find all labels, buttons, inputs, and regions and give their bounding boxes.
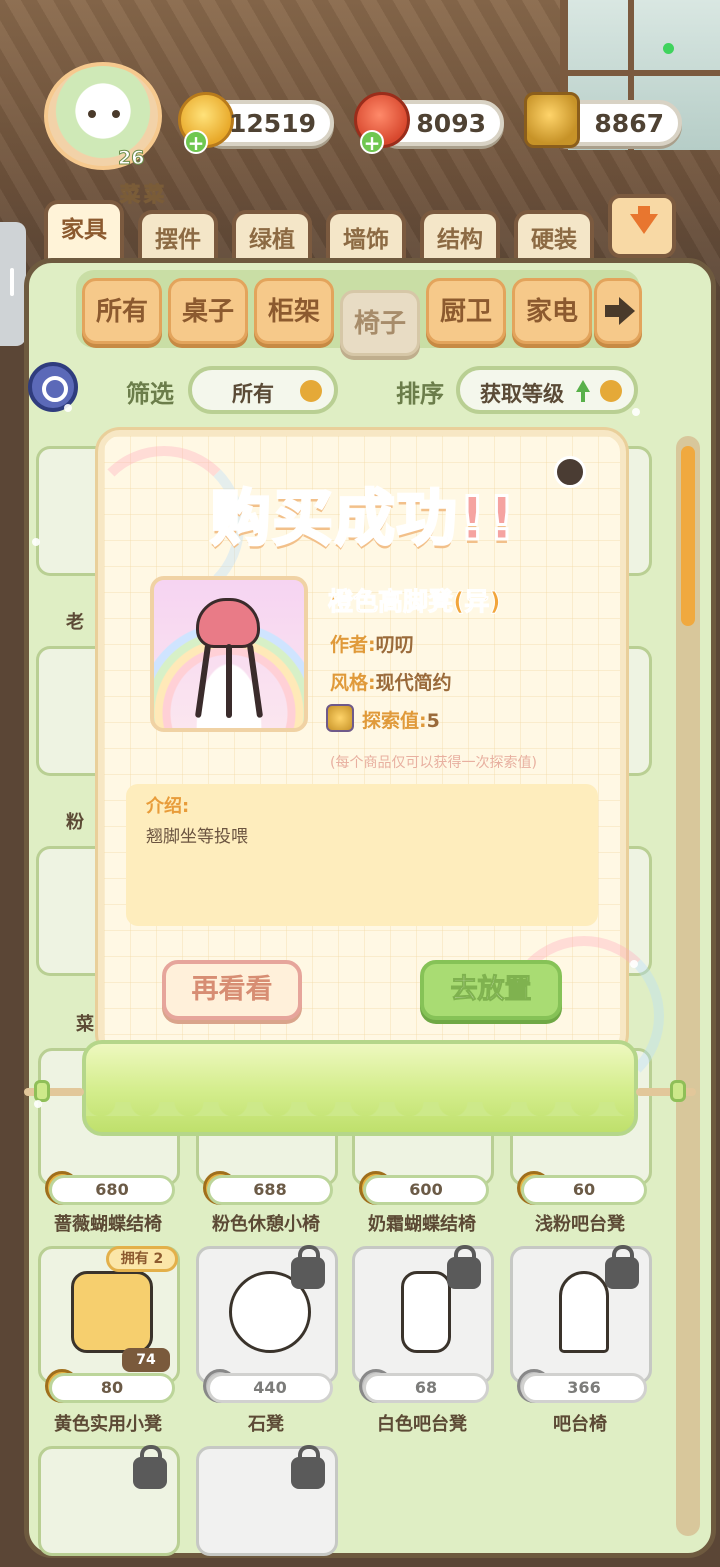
close-icon[interactable]	[554, 456, 586, 488]
sparkle	[632, 408, 640, 416]
explore-points: 5	[426, 710, 440, 732]
dialog-title: 购买成功!!	[209, 483, 518, 556]
browse-more-button[interactable]: 再看看	[162, 960, 302, 1020]
author-value: 叨叨	[375, 634, 414, 656]
chair-seat	[196, 598, 260, 648]
place-item-button[interactable]: 去放置	[420, 960, 562, 1020]
intro-text: 翘脚坐等投喂	[146, 827, 248, 847]
style-value: 现代简约	[375, 672, 452, 694]
author-label: 作者:	[330, 634, 376, 656]
intro-label: 介绍:	[146, 796, 190, 817]
item-author: 作者:叨叨	[330, 630, 414, 657]
scroll-rod-left	[24, 1080, 84, 1102]
chair-leg	[226, 644, 232, 718]
item-style: 风格:现代简约	[330, 668, 452, 695]
explore-book-icon	[326, 704, 354, 732]
sparkle	[34, 1100, 42, 1108]
explore-note: (每个商品仅可以获得一次探索值)	[330, 755, 537, 771]
sparkle	[64, 404, 72, 412]
sparkle	[630, 960, 638, 968]
scroll-roll-decoration	[82, 1040, 638, 1136]
item-title: 橙色高脚凳(异)	[328, 587, 502, 617]
item-explore: 探索值:5	[362, 706, 440, 733]
sparkle	[32, 538, 40, 546]
intro-box	[126, 784, 598, 926]
explore-label: 探索值:	[362, 710, 427, 732]
scroll-rod-right	[636, 1080, 696, 1102]
style-label: 风格:	[330, 672, 376, 694]
